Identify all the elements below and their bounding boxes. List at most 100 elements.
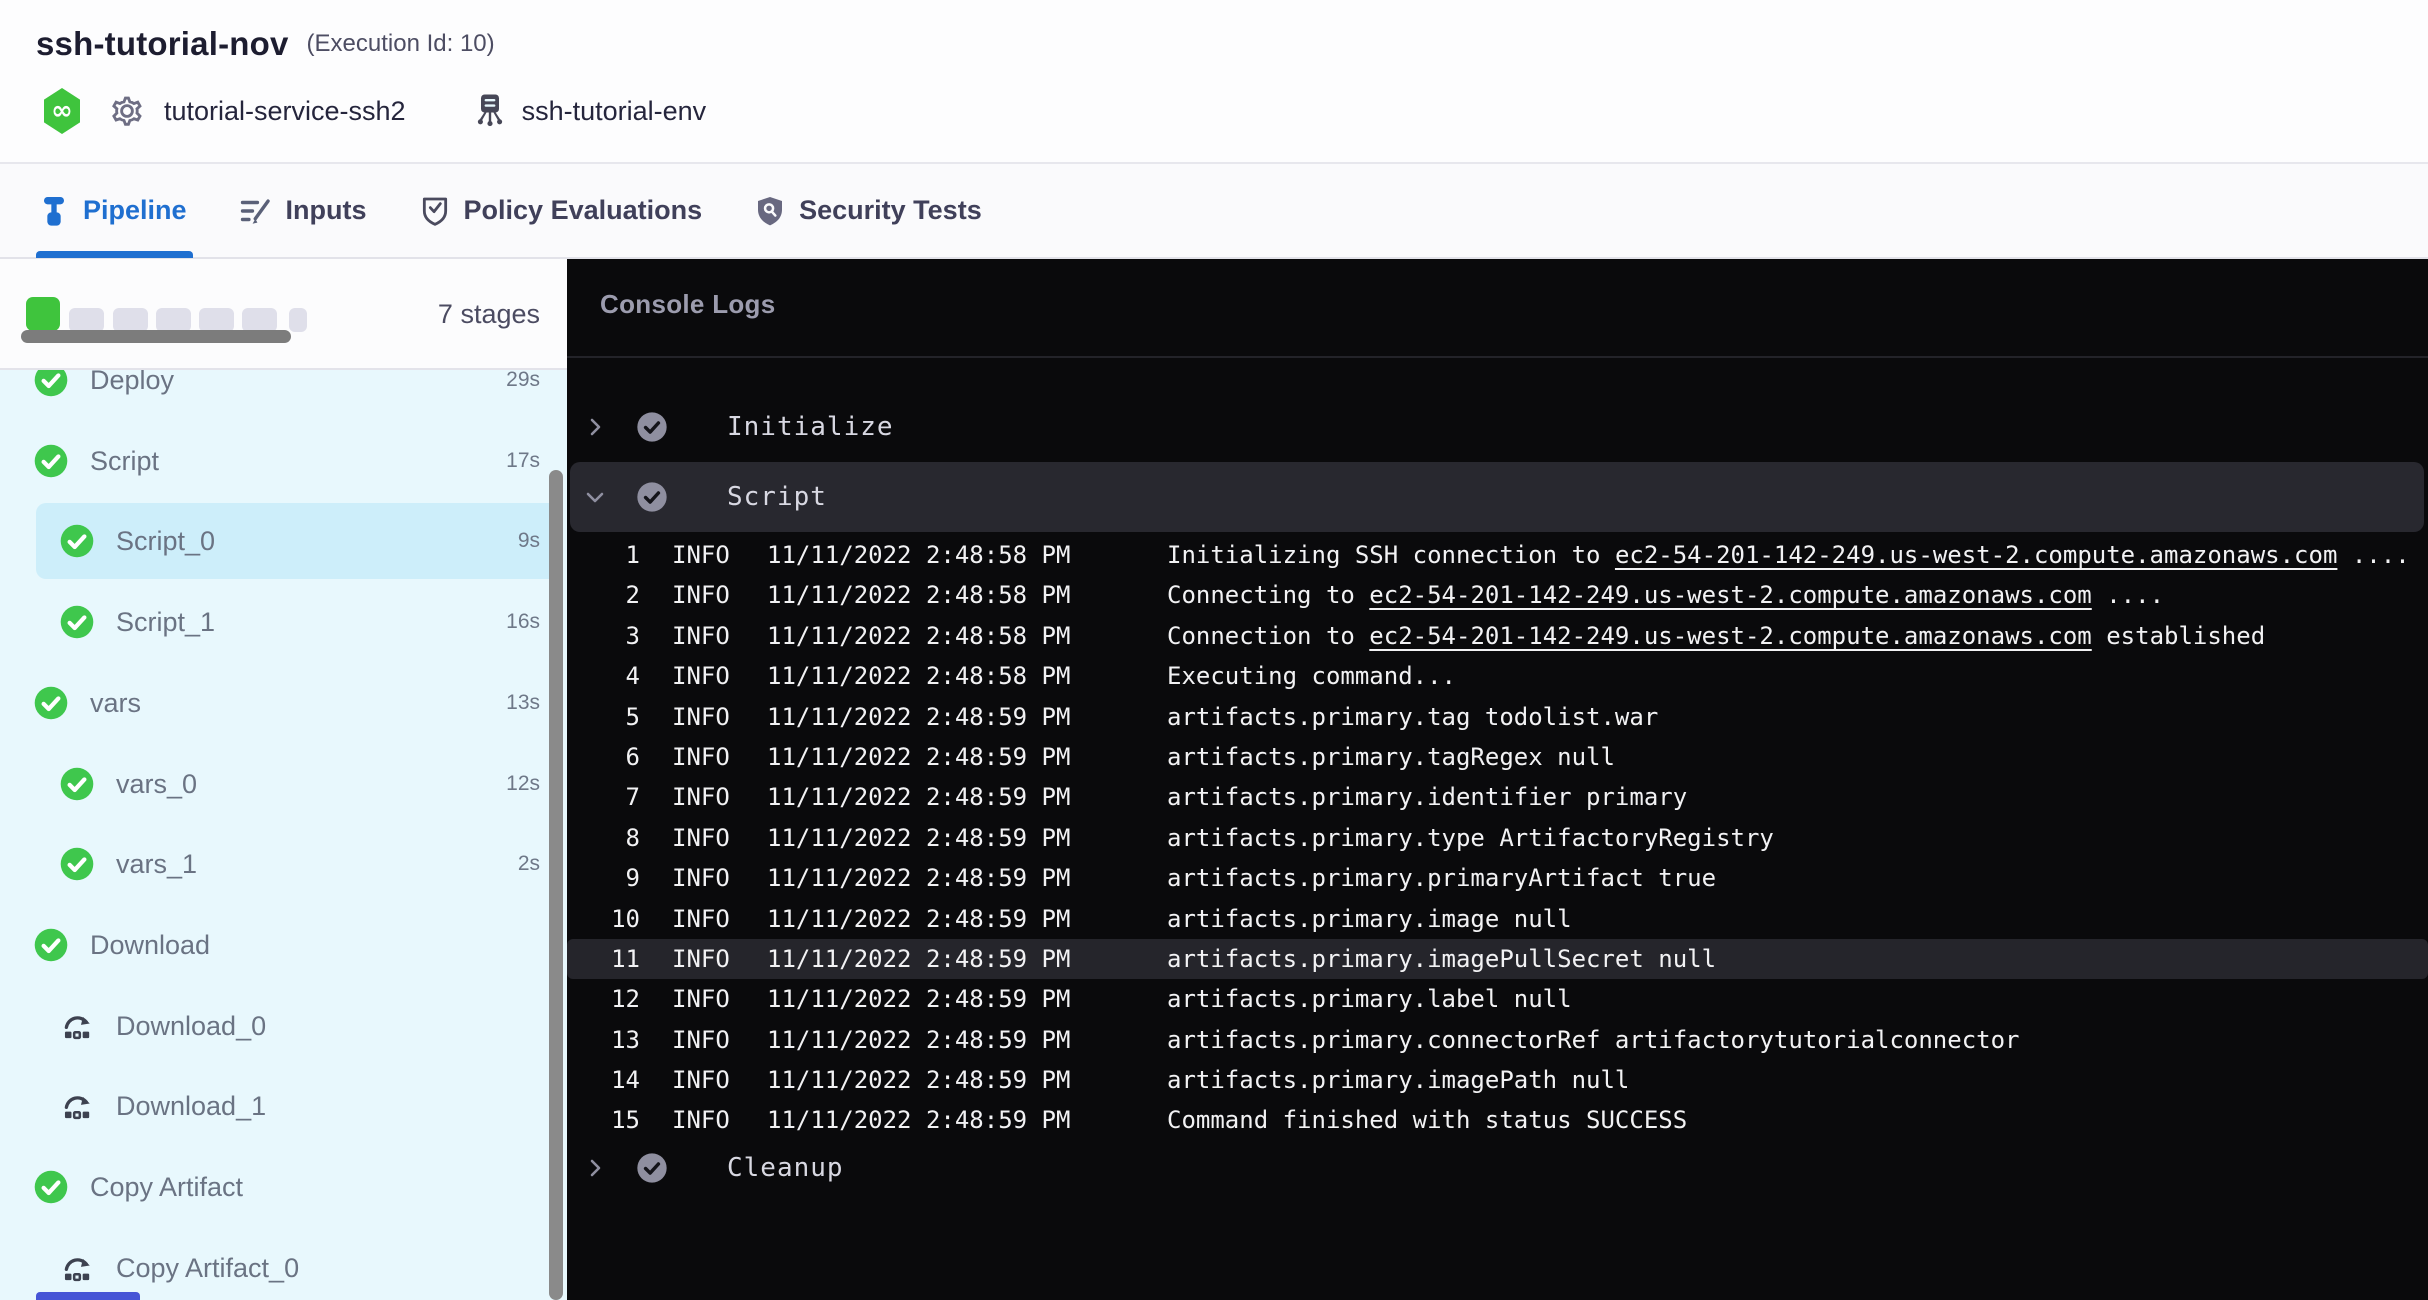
stage-row-download[interactable]: Download [0,905,567,985]
log-timestamp: 11/11/2022 2:48:59 PM [767,1020,1070,1060]
stage-row-copy-artifact_0[interactable]: Copy Artifact_0 [0,1228,567,1300]
stage-duration: 2s [518,824,540,904]
log-message-text: artifacts.primary.identifier primary [1167,783,1687,811]
log-timestamp: 11/11/2022 2:48:59 PM [767,697,1070,737]
stage-name: vars_1 [116,824,197,904]
progress-horizontal-scrollbar[interactable] [21,330,291,343]
stage-name: vars [90,663,141,743]
chevron-down-icon[interactable] [583,485,607,514]
log-timestamp: 11/11/2022 2:48:59 PM [767,939,1070,979]
log-line-number: 5 [567,697,640,737]
execution-page: ssh-tutorial-nov (Execution Id: 10) ∞ tu… [0,0,2428,1300]
log-message-text: artifacts.primary.tagRegex null [1167,743,1615,771]
log-line-15: 15INFO11/11/2022 2:48:59 PMCommand finis… [567,1100,2428,1140]
tab-security-tests[interactable]: Security Tests [754,163,982,258]
log-timestamp: 11/11/2022 2:48:59 PM [767,1100,1070,1140]
stage-success-icon [60,605,94,639]
tab-pipeline[interactable]: Pipeline [38,163,187,258]
progress-segment[interactable] [69,308,104,332]
console-title: Console Logs [600,289,776,320]
inputs-icon [239,194,273,228]
progress-segment[interactable] [156,308,191,332]
stage-duration: 17s [506,421,540,501]
log-line-number: 1 [567,535,640,575]
chevron-right-icon[interactable] [583,1156,607,1185]
section-label: Initialize [727,407,894,447]
log-line-number: 12 [567,979,640,1019]
log-message-text: artifacts.primary.primaryArtifact true [1167,864,1716,892]
success-check-icon [636,481,668,518]
chevron-right-icon[interactable] [583,415,607,444]
log-level: INFO [672,535,730,575]
stage-row-script[interactable]: Script17s [0,421,567,501]
environment-name[interactable]: ssh-tutorial-env [522,96,707,127]
log-line-10: 10INFO11/11/2022 2:48:59 PMartifacts.pri… [567,899,2428,939]
log-message-text: Command finished with status SUCCESS [1167,1106,1687,1134]
log-message: artifacts.primary.label null [1167,979,1572,1019]
log-message: Executing command... [1167,656,1456,696]
stage-duration: 9s [518,501,540,581]
console-header: Console Logs [567,259,2428,358]
log-line-number: 10 [567,899,640,939]
progress-segment[interactable] [289,308,307,332]
log-message: Initializing SSH connection to ec2-54-20… [1167,535,2410,575]
log-message: Command finished with status SUCCESS [1167,1100,1687,1140]
stage-row-download_0[interactable]: Download_0 [0,986,567,1066]
clipped-bottom-item [36,1292,140,1300]
stage-row-script_1[interactable]: Script_116s [0,582,567,662]
log-message: artifacts.primary.image null [1167,899,1572,939]
console-logs-panel: Console Logs Initialize Script 1 INFO 11/1… [567,259,2428,1300]
stage-list-scrollbar[interactable] [549,470,563,1300]
execution-id-label: (Execution Id: 10) [307,30,495,58]
stage-row-deploy[interactable]: Deploy29s [0,370,567,420]
section-cleanup[interactable]: Cleanup [567,1148,2428,1188]
log-line-8: 8INFO11/11/2022 2:48:59 PMartifacts.prim… [567,818,2428,858]
stage-row-vars[interactable]: vars 13s [0,663,567,743]
progress-segment[interactable] [242,308,277,332]
log-message-text: artifacts.primary.imagePullSecret null [1167,945,1716,973]
log-line-number: 14 [567,1060,640,1100]
stage-row-copy-artifact[interactable]: Copy Artifact [0,1147,567,1227]
stage-success-icon [60,524,94,558]
tab-label: Security Tests [799,195,982,226]
log-message-text: artifacts.primary.connectorRef artifacto… [1167,1026,2020,1054]
progress-segment[interactable] [199,308,234,332]
log-level: INFO [672,737,730,777]
service-name[interactable]: tutorial-service-ssh2 [164,96,406,127]
stage-row-download_1[interactable]: Download_1 [0,1066,567,1146]
log-line-number: 13 [567,1020,640,1060]
stage-duration: 13s [506,663,540,743]
section-script[interactable]: Script [567,477,2428,517]
log-level: INFO [672,1020,730,1060]
log-message: artifacts.primary.imagePath null [1167,1060,1629,1100]
log-timestamp: 11/11/2022 2:48:58 PM [767,656,1070,696]
stage-row-vars_0[interactable]: vars_012s [0,744,567,824]
stage-row-vars_1[interactable]: vars_1 2s [0,824,567,904]
progress-segment-complete[interactable] [26,297,60,331]
log-timestamp: 11/11/2022 2:48:58 PM [767,616,1070,656]
log-message: Connecting to ec2-54-201-142-249.us-west… [1167,575,2164,615]
progress-segment[interactable] [113,308,148,332]
stage-rollback-icon [60,1009,94,1043]
tab-label: Policy Evaluations [464,195,703,226]
log-level: INFO [672,777,730,817]
log-level: INFO [672,697,730,737]
log-hostname-link[interactable]: ec2-54-201-142-249.us-west-2.compute.ama… [1615,541,2337,569]
stage-name: Copy Artifact [90,1147,243,1227]
log-level: INFO [672,818,730,858]
log-level: INFO [672,575,730,615]
log-hostname-link[interactable]: ec2-54-201-142-249.us-west-2.compute.ama… [1369,622,2091,650]
stage-duration: 12s [506,744,540,824]
tab-inputs[interactable]: Inputs [239,163,367,258]
environment-icon [472,91,508,131]
log-timestamp: 11/11/2022 2:48:58 PM [767,575,1070,615]
log-line-number: 8 [567,818,640,858]
log-hostname-link[interactable]: ec2-54-201-142-249.us-west-2.compute.ama… [1369,581,2091,609]
section-initialize[interactable]: Initialize [567,407,2428,447]
tab-policy-evaluations[interactable]: Policy Evaluations [419,163,703,258]
stage-row-script_0[interactable]: Script_09s [0,501,567,581]
log-line-3: 3INFO11/11/2022 2:48:58 PMConnection to … [567,616,2428,656]
log-message-text: Executing command... [1167,662,1456,690]
stages-sidebar: 7 stages Deploy29sScript17sScript_09sScr… [0,259,567,1300]
stage-success-icon [34,928,68,962]
